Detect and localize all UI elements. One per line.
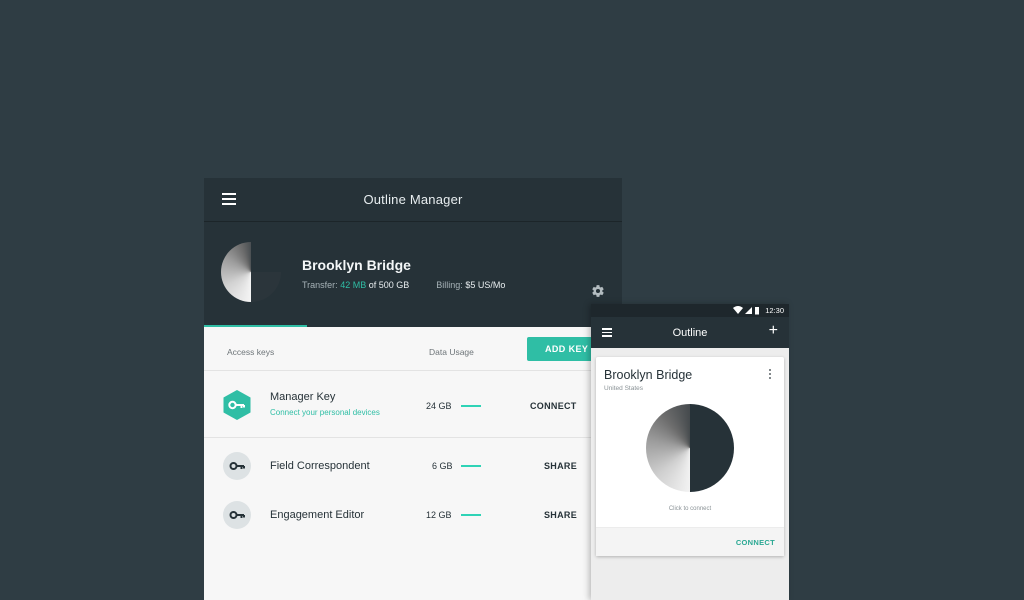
key-icon-circle bbox=[223, 501, 251, 529]
usage-bar bbox=[461, 405, 481, 407]
transfer-total: of 500 GB bbox=[368, 280, 410, 290]
plus-icon[interactable]: + bbox=[769, 323, 778, 339]
transfer-label: Transfer: bbox=[302, 280, 338, 290]
click-to-connect-hint: Click to connect bbox=[668, 506, 712, 512]
battery-icon bbox=[755, 307, 759, 315]
card-footer: CONNECT bbox=[596, 527, 784, 556]
key-name: Manager Key bbox=[270, 391, 336, 403]
key-icon-circle bbox=[223, 452, 251, 480]
phone-app-bar: Outline + bbox=[591, 317, 789, 348]
status-icons bbox=[733, 306, 759, 315]
key-usage: 12 GB bbox=[426, 510, 452, 520]
usage-bar bbox=[461, 465, 481, 467]
server-location: United States bbox=[604, 385, 644, 392]
server-panel: Brooklyn Bridge Transfer: 42 MB of 500 G… bbox=[204, 222, 622, 327]
status-bar: 12:30 bbox=[591, 304, 789, 317]
key-row-field-correspondent: Field Correspondent 6 GB SHARE bbox=[204, 438, 622, 487]
col-access-keys: Access keys bbox=[227, 347, 275, 357]
share-button[interactable]: SHARE bbox=[544, 461, 577, 471]
transfer-used: 42 MB bbox=[340, 280, 367, 290]
gear-icon[interactable] bbox=[591, 284, 605, 298]
wifi-icon bbox=[733, 306, 743, 314]
signal-icon bbox=[745, 307, 752, 314]
connect-button[interactable]: CONNECT bbox=[530, 401, 577, 411]
more-vert-icon[interactable] bbox=[769, 369, 772, 380]
server-name: Brooklyn Bridge bbox=[604, 368, 693, 382]
key-icon bbox=[229, 462, 245, 470]
server-card: Brooklyn Bridge United States Click to c… bbox=[596, 357, 784, 556]
usage-bar bbox=[461, 514, 481, 516]
key-usage: 6 GB bbox=[432, 461, 453, 471]
column-headers: Access keys Data Usage ADD KEY bbox=[204, 327, 622, 371]
key-name: Field Correspondent bbox=[270, 460, 370, 472]
server-stats: Transfer: 42 MB of 500 GB Billing: $5 US… bbox=[302, 280, 505, 290]
key-name: Engagement Editor bbox=[270, 509, 365, 521]
key-row-engagement-editor: Engagement Editor 12 GB SHARE bbox=[204, 487, 622, 542]
manager-header: Outline Manager bbox=[204, 178, 622, 222]
billing-value: $5 US/Mo bbox=[465, 280, 506, 290]
connect-button[interactable]: CONNECT bbox=[736, 538, 775, 547]
add-key-button[interactable]: ADD KEY bbox=[527, 337, 599, 361]
phone-window: 12:30 Outline + Brooklyn Bridge United S… bbox=[591, 304, 789, 600]
key-row-manager: Manager Key Connect your personal device… bbox=[204, 371, 622, 438]
phone-title: Outline bbox=[672, 327, 708, 339]
key-icon bbox=[229, 511, 245, 519]
col-data-usage: Data Usage bbox=[429, 347, 474, 357]
share-button[interactable]: SHARE bbox=[544, 510, 577, 520]
manager-window: Outline Manager Brooklyn Bridge Transfer… bbox=[204, 178, 622, 600]
key-usage: 24 GB bbox=[426, 401, 452, 411]
server-avatar bbox=[221, 242, 281, 302]
key-subtitle[interactable]: Connect your personal devices bbox=[270, 408, 380, 417]
connect-avatar[interactable] bbox=[646, 404, 734, 492]
key-icon bbox=[223, 390, 251, 420]
status-time: 12:30 bbox=[765, 306, 784, 315]
manager-title: Outline Manager bbox=[363, 192, 463, 207]
server-name: Brooklyn Bridge bbox=[302, 257, 411, 273]
billing-label: Billing: bbox=[436, 280, 463, 290]
